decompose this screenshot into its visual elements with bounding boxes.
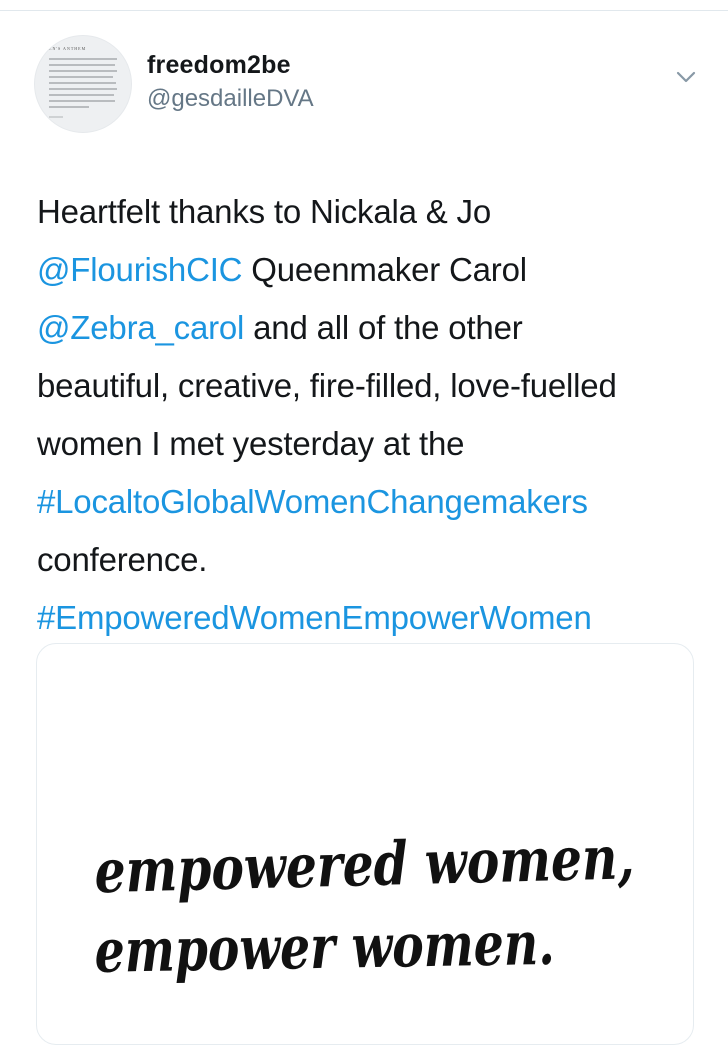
tweet-text-segment: Queenmaker Carol — [242, 251, 527, 288]
avatar[interactable]: EN'S ANTHEM — [34, 35, 132, 133]
author-name[interactable]: freedom2be — [147, 51, 291, 80]
tweet-text-line: Heartfelt thanks to Nickala & Jo — [37, 183, 707, 241]
tweet: EN'S ANTHEM freedom2be @gesdailleDVA Hea… — [0, 11, 728, 1045]
avatar-title: EN'S ANTHEM — [49, 46, 87, 51]
tweet-text-line: @Zebra_carol and all of the other — [37, 299, 707, 357]
author-handle[interactable]: @gesdailleDVA — [147, 85, 314, 113]
media-line-1: empowered women, — [94, 823, 636, 907]
tweet-text-line: beautiful, creative, fire-filled, love-f… — [37, 357, 707, 415]
mention-link[interactable]: @Zebra_carol — [37, 309, 244, 346]
tweet-text-line: conference. — [37, 531, 707, 589]
tweet-text-segment: and all of the other — [244, 309, 523, 346]
tweet-text-segment: conference. — [37, 541, 208, 578]
tweet-text-line: women I met yesterday at the — [37, 415, 707, 473]
top-divider — [0, 0, 728, 11]
media-image[interactable]: empowered women, empower women. — [36, 643, 694, 1045]
tweet-text: Heartfelt thanks to Nickala & Jo @Flouris… — [37, 183, 707, 647]
media-line-2: empower women. — [94, 909, 555, 987]
chevron-down-icon — [676, 71, 696, 83]
mention-link[interactable]: @FlourishCIC — [37, 251, 243, 288]
tweet-text-segment: Heartfelt thanks to Nickala & Jo — [37, 193, 491, 230]
hashtag-link[interactable]: #EmpoweredWomenEmpowerWomen — [37, 599, 592, 636]
tweet-text-line: #EmpoweredWomenEmpowerWomen — [37, 589, 707, 647]
tweet-text-line: #LocaltoGlobalWomenChangemakers — [37, 473, 707, 531]
tweet-text-segment: beautiful, creative, fire-filled, love-f… — [37, 367, 617, 404]
more-options-button[interactable] — [672, 63, 700, 91]
media-handwriting: empowered women, empower women. — [94, 823, 636, 987]
tweet-text-segment: women I met yesterday at the — [37, 425, 465, 462]
tweet-text-line: @FlourishCIC Queenmaker Carol — [37, 241, 707, 299]
hashtag-link[interactable]: #LocaltoGlobalWomenChangemakers — [37, 483, 588, 520]
